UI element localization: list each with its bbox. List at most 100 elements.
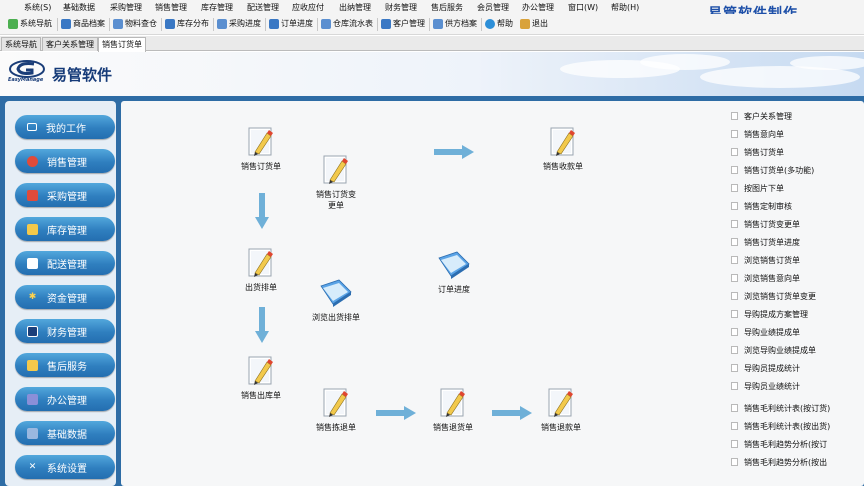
- material-icon: [113, 18, 123, 29]
- document-icon: [731, 458, 738, 466]
- toolbar-product-button[interactable]: 商品档案: [61, 18, 105, 29]
- list-item[interactable]: 销售订货变更单: [731, 218, 800, 230]
- toolbar-help-button[interactable]: 帮助: [485, 18, 513, 29]
- menu-help[interactable]: 帮助(H): [611, 2, 639, 13]
- menu-after-sales[interactable]: 售后服务: [431, 2, 463, 13]
- document-icon: [731, 238, 738, 246]
- list-item[interactable]: 销售毛利统计表(按出货): [731, 420, 830, 432]
- list-item[interactable]: 导购提成方案管理: [731, 308, 808, 320]
- menu-window[interactable]: 窗口(W): [568, 2, 598, 13]
- nav-sales[interactable]: 销售管理: [15, 149, 115, 173]
- menu-member[interactable]: 会员管理: [477, 2, 509, 13]
- house-icon: [27, 223, 38, 235]
- clipboard-icon: [27, 359, 38, 371]
- list-item[interactable]: 销售订货单(多功能): [731, 164, 814, 176]
- nav-office[interactable]: 办公管理: [15, 387, 115, 411]
- document-icon: [731, 112, 738, 120]
- document-icon: [731, 220, 738, 228]
- module-outbound[interactable]: 销售出库单: [241, 356, 281, 401]
- menu-purchase[interactable]: 采购管理: [110, 2, 142, 13]
- module-sales-return[interactable]: 销售退货单: [433, 388, 473, 433]
- nav-my-work[interactable]: 我的工作: [15, 115, 115, 139]
- menu-delivery[interactable]: 配送管理: [247, 2, 279, 13]
- nav-inventory[interactable]: 库存管理: [15, 217, 115, 241]
- menu-inventory[interactable]: 库存管理: [201, 2, 233, 13]
- app-logo: EasyManage 易管软件: [8, 60, 118, 86]
- nav-funds[interactable]: ✱ 资金管理: [15, 285, 115, 309]
- list-item[interactable]: 销售定制审核: [731, 200, 792, 212]
- edit-document-icon: [440, 388, 466, 418]
- arrow-right-icon: [376, 406, 416, 420]
- list-item[interactable]: 按图片下单: [731, 182, 784, 194]
- supplier-icon: [433, 18, 443, 29]
- toolbar-material-button[interactable]: 物料查仓: [113, 18, 157, 29]
- nav-settings[interactable]: ✕ 系统设置: [15, 455, 115, 479]
- menu-base-data[interactable]: 基础数据: [63, 2, 95, 13]
- toolbar-exit-button[interactable]: 退出: [520, 18, 548, 29]
- document-icon: [731, 422, 738, 430]
- edit-document-icon: [323, 388, 349, 418]
- browse-icon: [319, 278, 353, 308]
- list-item[interactable]: 导购员业绩统计: [731, 380, 800, 392]
- toolbar-customer-button[interactable]: 客户管理: [381, 18, 425, 29]
- help-icon: [485, 18, 495, 29]
- nav-after-sales[interactable]: 售后服务: [15, 353, 115, 377]
- tab-strip: 系统导航 客户关系管理 销售订货单: [0, 36, 864, 52]
- nav-delivery[interactable]: 配送管理: [15, 251, 115, 275]
- module-order-change[interactable]: 销售订货变更单: [313, 155, 359, 211]
- list-item[interactable]: 客户关系管理: [731, 110, 792, 122]
- toolbar-stock-dist-button[interactable]: 库存分布: [165, 18, 209, 29]
- list-item[interactable]: 浏览销售意向单: [731, 272, 800, 284]
- menu-office[interactable]: 办公管理: [522, 2, 554, 13]
- arrow-right-icon: [434, 145, 474, 159]
- module-return-pick[interactable]: 销售拣退单: [316, 388, 356, 433]
- toolbar-warehouse-flow-button[interactable]: 仓库流水表: [321, 18, 373, 29]
- document-icon: [731, 382, 738, 390]
- toolbar-nav-button[interactable]: 系统导航: [8, 18, 52, 29]
- menu-system[interactable]: 系统(S): [24, 2, 51, 13]
- list-item[interactable]: 销售毛利趋势分析(按订: [731, 438, 827, 450]
- list-item[interactable]: 导购业绩提成单: [731, 326, 800, 338]
- edit-document-icon: [248, 127, 274, 157]
- wrench-icon: ✕: [28, 462, 37, 472]
- document-icon: [731, 274, 738, 282]
- module-sales-order[interactable]: 销售订货单: [241, 127, 281, 172]
- list-item[interactable]: 浏览导购业绩提成单: [731, 344, 816, 356]
- toolbar-purchase-progress-button[interactable]: 采购进度: [217, 18, 261, 29]
- toolbar-supplier-button[interactable]: 供方档案: [433, 18, 477, 29]
- nav-base-data[interactable]: 基础数据: [15, 421, 115, 445]
- menu-sales[interactable]: 销售管理: [155, 2, 187, 13]
- gear-icon: ✱: [28, 292, 37, 302]
- list-item[interactable]: 销售毛利统计表(按订货): [731, 402, 830, 414]
- module-sales-receipt[interactable]: 销售收款单: [543, 127, 583, 172]
- document-icon: [731, 184, 738, 192]
- list-item[interactable]: 导购员提成统计: [731, 362, 800, 374]
- module-dispatch[interactable]: 出货排单: [245, 248, 277, 293]
- list-item[interactable]: 销售毛利趋势分析(按出: [731, 456, 827, 468]
- tab-sales-order[interactable]: 销售订货单: [98, 37, 146, 52]
- document-icon: [731, 202, 738, 210]
- browse-icon: [437, 250, 471, 280]
- toolbar-order-progress-button[interactable]: 订单进度: [269, 18, 313, 29]
- list-item[interactable]: 销售意向单: [731, 128, 784, 140]
- toolbar: 系统导航 商品档案 物料查仓 库存分布 采购进度 订单进度 仓库流水表 客户管理…: [0, 14, 864, 35]
- module-order-progress[interactable]: 订单进度: [437, 250, 471, 295]
- sales-icon: [27, 155, 38, 167]
- banner: [0, 52, 864, 96]
- module-sales-refund[interactable]: 销售退款单: [541, 388, 581, 433]
- list-item[interactable]: 浏览销售订货单变更: [731, 290, 816, 302]
- nav-purchase[interactable]: 采购管理: [15, 183, 115, 207]
- list-item[interactable]: 销售订货单: [731, 146, 784, 158]
- tab-system-nav[interactable]: 系统导航: [1, 37, 41, 51]
- menu-cashier[interactable]: 出纳管理: [339, 2, 371, 13]
- arrow-right-icon: [492, 406, 532, 420]
- logo-name: 易管软件: [52, 66, 113, 84]
- menu-finance[interactable]: 财务管理: [385, 2, 417, 13]
- list-item[interactable]: 销售订货单进度: [731, 236, 800, 248]
- nav-finance[interactable]: 财务管理: [15, 319, 115, 343]
- module-browse-dispatch[interactable]: 浏览出货排单: [312, 278, 360, 323]
- menu-receivable-payable[interactable]: 应收应付: [292, 2, 324, 13]
- nav-icon: [8, 18, 18, 29]
- tab-crm[interactable]: 客户关系管理: [42, 37, 98, 51]
- list-item[interactable]: 浏览销售订货单: [731, 254, 800, 266]
